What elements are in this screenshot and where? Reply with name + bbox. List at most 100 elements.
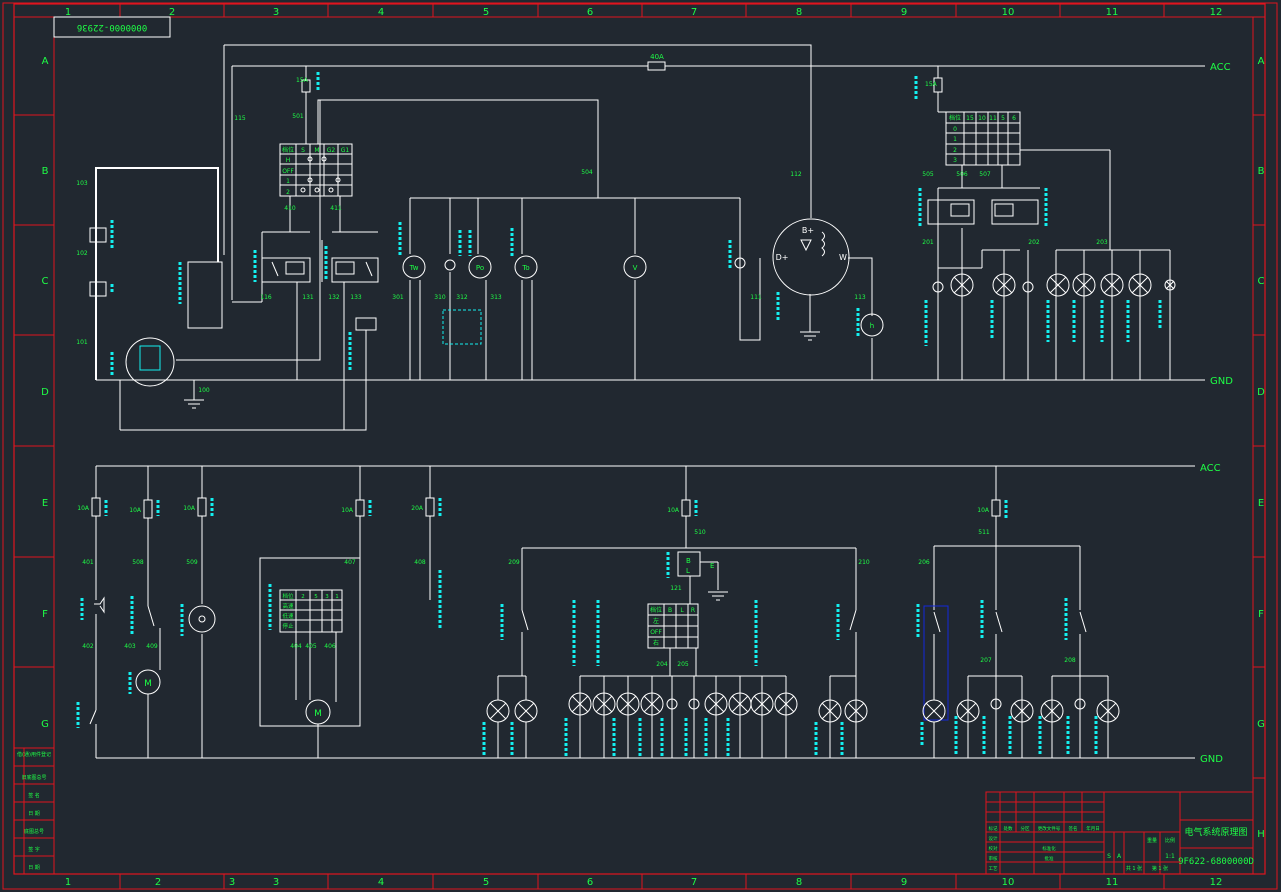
- col-5: 5: [483, 7, 489, 18]
- wire-405: 405: [305, 643, 317, 650]
- alt-dplus: D+: [776, 253, 789, 262]
- row-label-check: 校对: [989, 845, 998, 852]
- fuse-e7: [991, 499, 1001, 517]
- wire-407: 407: [344, 559, 356, 566]
- gauge-po: Po: [468, 255, 492, 279]
- col-2: 2: [169, 7, 175, 18]
- drawing-code: 9F622-6800000D: [1178, 857, 1254, 867]
- wire-509: 509: [186, 559, 198, 566]
- ign-h-head: 档位: [282, 146, 294, 154]
- fuse-e3-rating: 10A: [183, 505, 196, 512]
- bottom-fuses: [91, 497, 1001, 519]
- flasher-relay-121: B L E: [677, 551, 714, 577]
- row-h-right: H: [1257, 829, 1265, 840]
- col-10: 10: [1002, 7, 1015, 18]
- ws-r-2: 停止: [282, 622, 294, 630]
- fuse-e2: [143, 499, 153, 519]
- lamp-b15: [922, 699, 946, 723]
- drawing-frame: [2, 2, 1278, 890]
- fuse-e4: [355, 499, 365, 517]
- ground-symbol-100: [184, 399, 204, 409]
- row-b-right: B: [1258, 166, 1265, 177]
- switch-508: [147, 605, 155, 627]
- fuse-e1: [91, 497, 101, 517]
- row-label-design: 设计: [989, 835, 998, 842]
- fuse-e1-rating: 10A: [77, 505, 90, 512]
- gauge-h-label: h: [870, 322, 874, 330]
- ground-symbol-alternator: [800, 331, 820, 341]
- wire-403: 403: [124, 643, 136, 650]
- chg-h-2: 处数: [1004, 825, 1013, 832]
- drawing-number-box: 0000000-22936: [53, 16, 171, 38]
- switch-206: [933, 611, 941, 633]
- wire-401: 401: [82, 559, 94, 566]
- fuse-e6: [681, 499, 691, 517]
- gauge-to-label: To: [521, 264, 529, 272]
- ws-h-3: 3: [325, 594, 329, 600]
- relay-507: [991, 199, 1039, 225]
- gnd-rail-top-label: GND: [1210, 376, 1233, 387]
- lamp-b1: [486, 699, 510, 723]
- wire-410: 410: [284, 205, 296, 212]
- row-letters: A B C D E F G A B C D E F G H: [41, 56, 1265, 840]
- component-annotations: [76, 72, 1162, 756]
- top-right-lamps: [932, 273, 1176, 297]
- fuse-15a-ignition-rating: 15A: [296, 77, 309, 84]
- fuse-e5: [425, 497, 435, 517]
- ts-r-2: 右: [653, 639, 659, 647]
- stamp-3: 签 名: [28, 792, 40, 799]
- chg-h-4: 更改文件号: [1038, 825, 1061, 832]
- row-c-right: C: [1258, 276, 1265, 287]
- title-weight-label: 重量: [1147, 837, 1157, 844]
- col-3: 3: [273, 7, 279, 18]
- wire-206: 206: [918, 559, 930, 566]
- wire-508: 508: [132, 559, 144, 566]
- wire-409: 409: [146, 643, 158, 650]
- alt-bplus: B+: [802, 226, 814, 235]
- wire-111: 111: [750, 294, 762, 301]
- wire-406: 406: [324, 643, 336, 650]
- col-11-bottom: 11: [1106, 877, 1119, 888]
- ign-h-g2: G2: [327, 147, 336, 154]
- wire-511: 511: [978, 529, 990, 536]
- bottom-switches: [89, 605, 1087, 725]
- relay-b: B: [686, 557, 691, 565]
- wiper-motor-m: M: [144, 679, 152, 689]
- ign-row-2: 2: [286, 189, 290, 196]
- wire-510: 510: [694, 529, 706, 536]
- ls-h-4: 5: [1001, 115, 1005, 122]
- ign-h-m: M: [314, 147, 319, 154]
- battery-switch-102: [89, 227, 107, 297]
- alternator: B+ D+ W: [772, 218, 850, 296]
- row-label-review: 审核: [989, 855, 998, 862]
- wire-132: 132: [328, 294, 340, 301]
- light-switch-table-text: 档位 15 10 11 5 6 0 1 2 3: [949, 114, 1016, 164]
- wiper-switch-text: 档位 2 5 3 1 高速 低速 停止: [282, 592, 338, 630]
- row-d-right: D: [1257, 387, 1265, 398]
- col-3-bottom: 3: [229, 877, 235, 888]
- ls-r-3: 3: [953, 157, 957, 164]
- wire-210: 210: [858, 559, 870, 566]
- stamp-2: 旧底图总号: [21, 774, 46, 781]
- wire-506: 506: [956, 171, 968, 178]
- wire-number-labels: 103 102 101 100 115 501 410 411 116 131 …: [76, 113, 1108, 668]
- fuse-e5-rating: 20A: [411, 505, 424, 512]
- ws-r-1: 低速: [282, 612, 294, 620]
- chg-h-5: 签名: [1069, 825, 1078, 832]
- wire-404: 404: [290, 643, 302, 650]
- switch-210: [849, 609, 857, 631]
- drawing-number: 0000000-22936: [77, 22, 147, 32]
- wire-501: 501: [292, 113, 304, 120]
- gauge-hour-meter: h: [860, 313, 884, 337]
- lamp-b2: [514, 699, 538, 723]
- wire-505: 505: [922, 171, 934, 178]
- wire-504: 504: [581, 169, 593, 176]
- gauge-to: To: [514, 255, 538, 279]
- col-7-bottom: 7: [691, 877, 697, 888]
- wire-310: 310: [434, 294, 446, 301]
- wire-408: 408: [414, 559, 426, 566]
- row-f: F: [42, 609, 48, 620]
- relay-coil-133: [355, 317, 377, 331]
- col-8: 8: [796, 7, 802, 18]
- ls-h-5: 6: [1012, 115, 1016, 122]
